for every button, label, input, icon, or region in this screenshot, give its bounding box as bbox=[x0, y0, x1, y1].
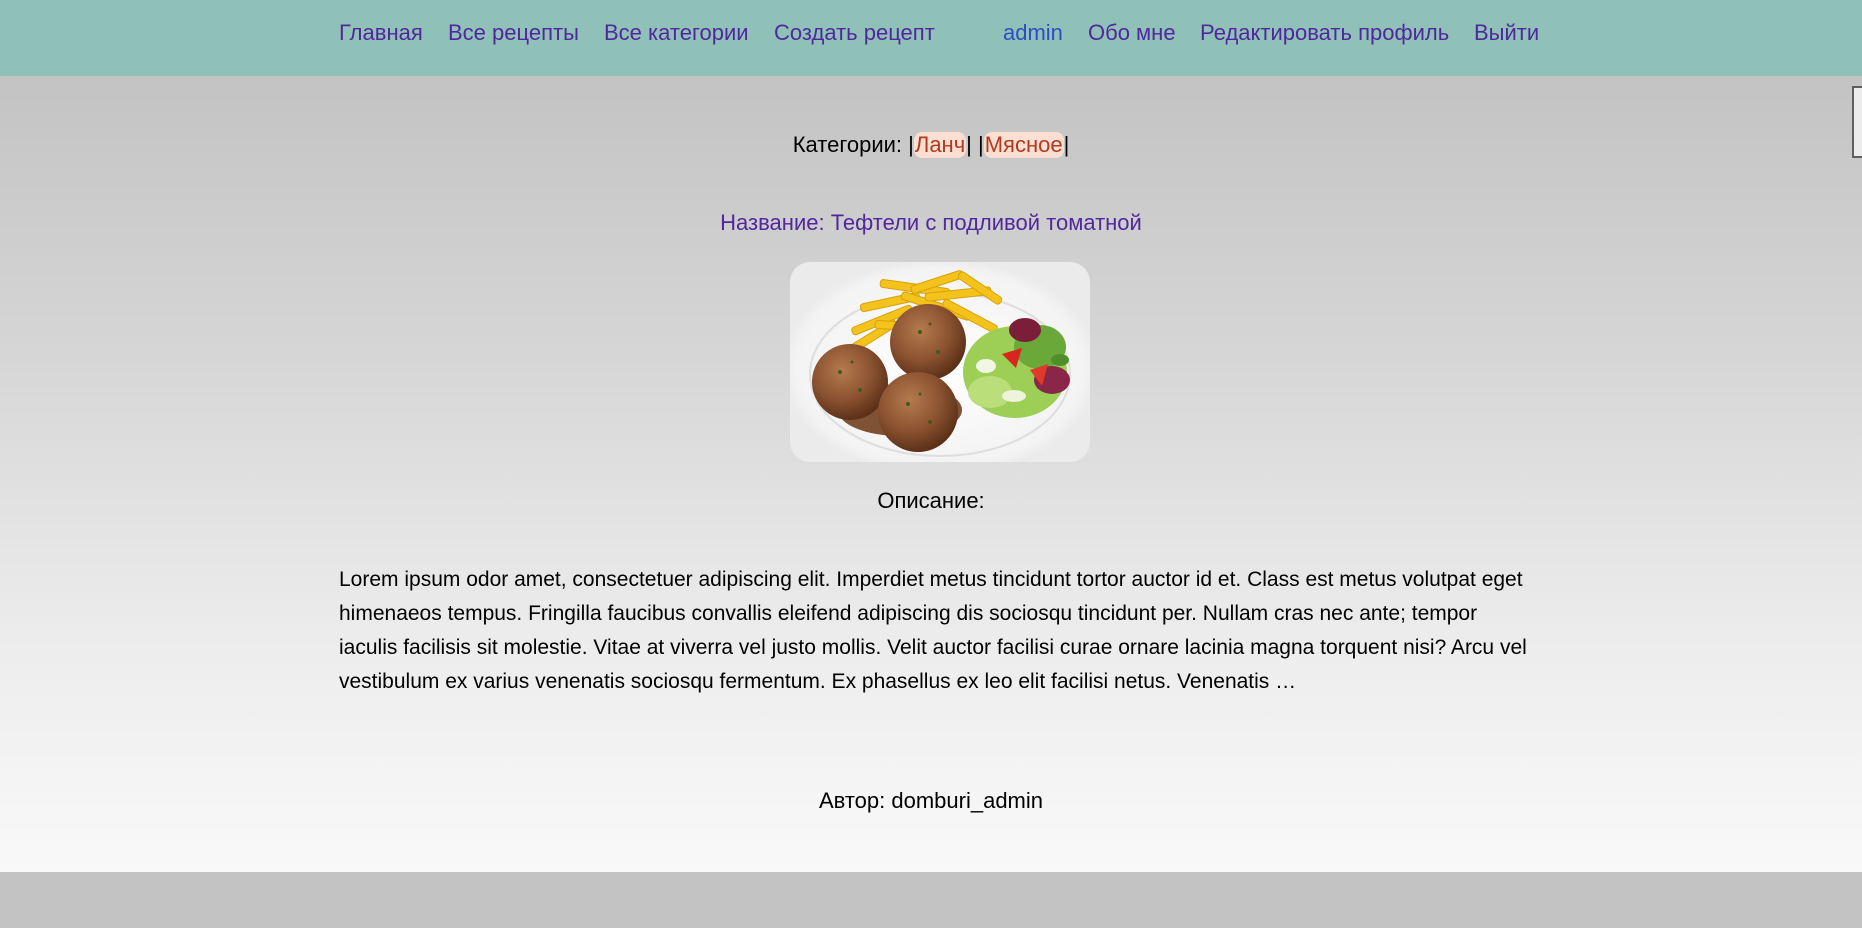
nav-edit-profile-link[interactable]: Редактировать профиль bbox=[1200, 20, 1449, 46]
recipe-description: Lorem ipsum odor amet, consectetuer adip… bbox=[339, 568, 1527, 693]
top-navbar: Главная Все рецепты Все категории Создат… bbox=[0, 0, 1862, 76]
nav-user-link[interactable]: admin bbox=[1003, 20, 1063, 46]
side-scroll-handle[interactable] bbox=[1852, 86, 1862, 158]
category-tag-meat[interactable]: Мясное bbox=[983, 132, 1064, 158]
description-label: Описание: bbox=[877, 488, 985, 513]
recipe-categories: Категории: |Ланч| |Мясное| bbox=[792, 132, 1070, 158]
recipe-author: Автор: domburi_admin bbox=[818, 788, 1044, 813]
nav-create-recipe-link[interactable]: Создать рецепт bbox=[774, 20, 935, 46]
category-tag-lunch[interactable]: Ланч bbox=[913, 132, 967, 158]
recipe-photo bbox=[790, 262, 1090, 462]
nav-all-recipes-link[interactable]: Все рецепты bbox=[448, 20, 579, 46]
nav-logout-link[interactable]: Выйти bbox=[1474, 20, 1539, 46]
categories-label: Категории: bbox=[792, 132, 909, 157]
recipe-detail: Категории: |Ланч| |Мясное| Название: Теф… bbox=[0, 76, 1862, 872]
nav-home-link[interactable]: Главная bbox=[339, 20, 423, 46]
recipe-title: Название: Тефтели с подливой томатной bbox=[720, 210, 1142, 235]
nav-about-link[interactable]: Обо мне bbox=[1088, 20, 1176, 46]
nav-all-categories-link[interactable]: Все категории bbox=[604, 20, 749, 46]
